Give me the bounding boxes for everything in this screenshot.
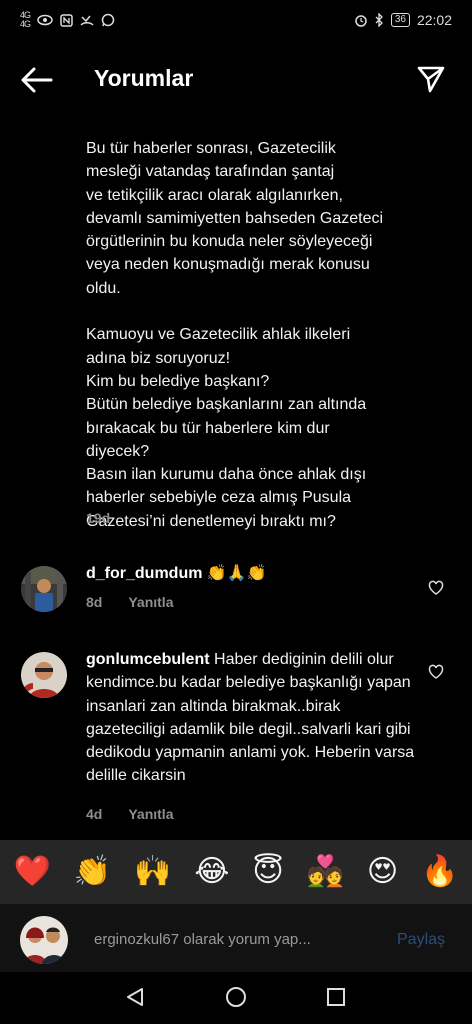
- avatar[interactable]: [21, 652, 67, 698]
- status-left: 4G 4G: [20, 11, 115, 29]
- current-user-avatar: [20, 916, 68, 964]
- comment-timestamp: 4d: [86, 806, 103, 822]
- reply-button[interactable]: Yanıtla: [128, 806, 173, 822]
- page-title: Yorumlar: [94, 65, 194, 91]
- caption-timestamp: 19d: [86, 510, 111, 526]
- like-heart-icon[interactable]: [428, 664, 444, 680]
- nav-back-icon[interactable]: [124, 986, 146, 1008]
- eye-icon: [37, 14, 53, 26]
- battery-icon: 36: [390, 13, 410, 27]
- comment-input[interactable]: erginozkul67 olarak yorum yap...: [94, 931, 311, 948]
- direct-message-icon[interactable]: [416, 64, 446, 94]
- comment-input-bar: erginozkul67 olarak yorum yap... Paylaş: [0, 904, 472, 972]
- comment-username[interactable]: d_for_dumdum: [86, 565, 202, 582]
- missed-call-icon: [80, 15, 94, 26]
- back-arrow-icon[interactable]: [20, 66, 54, 94]
- comment-username[interactable]: gonlumcebulent: [86, 651, 210, 668]
- status-bar: 4G 4G 36 22:02: [0, 0, 472, 40]
- share-button[interactable]: Paylaş: [397, 931, 445, 949]
- post-caption: Bu tür haberler sonrası, Gazetecilik mes…: [86, 140, 384, 530]
- comment-body: 👏🙏👏: [202, 565, 267, 582]
- nfc-icon: [60, 13, 73, 27]
- comment-meta: 8d Yanıtla: [86, 594, 173, 610]
- nav-recents-icon[interactable]: [326, 987, 346, 1007]
- signal-icon: 4G 4G: [20, 10, 31, 29]
- comment-body: Haber dediginin delili olur kendimce.bu …: [86, 651, 415, 785]
- like-heart-icon[interactable]: [428, 580, 444, 596]
- emoji-laughing-button[interactable]: 😂: [194, 857, 229, 887]
- emoji-heart-button[interactable]: ❤️: [13, 857, 50, 887]
- emoji-couple-button[interactable]: 💑: [307, 857, 344, 887]
- bluetooth-icon: [375, 13, 383, 27]
- emoji-clap-button[interactable]: 👏: [74, 857, 111, 887]
- header: Yorumlar: [0, 52, 472, 108]
- avatar[interactable]: [21, 566, 67, 612]
- emoji-fire-button[interactable]: 🔥: [421, 857, 458, 887]
- comment-meta: 4d Yanıtla: [86, 806, 173, 822]
- comment-timestamp: 8d: [86, 594, 103, 610]
- reply-button[interactable]: Yanıtla: [128, 594, 173, 610]
- status-right: 36 22:02: [354, 12, 452, 28]
- system-nav-bar: [0, 972, 472, 1024]
- emoji-heart-eyes-button[interactable]: 😍: [367, 857, 398, 887]
- emoji-raised-hands-button[interactable]: 🙌: [134, 857, 171, 887]
- emoji-reaction-bar: ❤️ 👏 🙌 😂 😇 💑 😍 🔥: [0, 840, 472, 904]
- clock: 22:02: [416, 12, 452, 28]
- nav-home-icon[interactable]: [225, 986, 247, 1008]
- comment-text: gonlumcebulent Haber dediginin delili ol…: [86, 648, 416, 788]
- emoji-halo-button[interactable]: 😇: [252, 857, 283, 887]
- comment-text: d_for_dumdum 👏🙏👏: [86, 562, 416, 585]
- whatsapp-icon: [101, 13, 115, 27]
- alarm-icon: [355, 15, 367, 27]
